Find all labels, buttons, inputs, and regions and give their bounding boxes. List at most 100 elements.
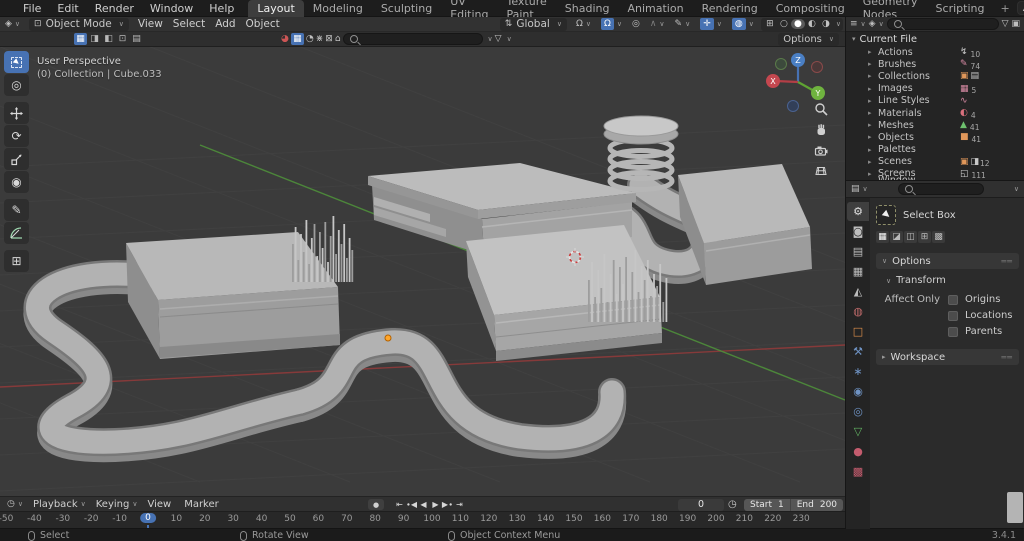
- select-mode-button[interactable]: ◫: [904, 231, 917, 243]
- expand-arrow-icon[interactable]: ▸: [868, 109, 878, 117]
- properties-tab[interactable]: ⚒: [847, 342, 869, 361]
- add-cube-tool[interactable]: ⊞: [4, 250, 29, 272]
- viewport-3d-scene[interactable]: [0, 47, 845, 496]
- viewport-3d[interactable]: User Perspective (0) Collection | Cube.0…: [0, 47, 845, 496]
- viewport-menu-item[interactable]: Object: [241, 18, 285, 30]
- expand-arrow-icon[interactable]: ▸: [868, 121, 878, 129]
- wireframe-shading-icon[interactable]: ○: [777, 19, 791, 29]
- expand-arrow-icon[interactable]: ▸: [868, 60, 878, 68]
- menu-item[interactable]: File: [15, 2, 49, 15]
- workspace-tab[interactable]: Shading: [556, 0, 619, 17]
- transform-subpanel-header[interactable]: ∨ Transform: [876, 275, 1019, 286]
- show-overlays-toggle[interactable]: ◍∨: [727, 18, 759, 30]
- workspace-tab[interactable]: Geometry Nodes: [854, 0, 927, 17]
- timeline-menu-item[interactable]: Keying∨: [91, 499, 143, 510]
- outliner-row[interactable]: ▸ Meshes ▲ 41: [846, 119, 1024, 131]
- expand-arrow-icon[interactable]: ▸: [868, 85, 878, 93]
- transport-button[interactable]: ⇥: [454, 498, 465, 511]
- editor-type-button[interactable]: ◈∨: [0, 19, 25, 29]
- panel-grip-icon[interactable]: ══: [1001, 353, 1013, 362]
- empty-filter-icon[interactable]: ⌂: [335, 34, 341, 44]
- viewport-menu-item[interactable]: Select: [168, 18, 210, 30]
- start-frame-field[interactable]: Start 1: [744, 499, 790, 511]
- expand-arrow-icon[interactable]: ▸: [868, 146, 878, 154]
- gizmo-axis-neg-z[interactable]: [788, 101, 799, 112]
- proportional-editing-toggle[interactable]: ◎: [627, 19, 645, 29]
- show-gizmo-toggle[interactable]: ✛∨: [695, 18, 727, 30]
- gizmo-axis-neg-x[interactable]: [812, 62, 823, 73]
- collection-visibility-toggle[interactable]: ⊡: [116, 33, 129, 45]
- transport-button[interactable]: ⇤: [394, 498, 405, 511]
- chevron-down-icon[interactable]: ∨: [507, 35, 512, 43]
- properties-tab[interactable]: ▩: [847, 462, 869, 481]
- workspace-tab[interactable]: Texture Paint: [498, 0, 556, 17]
- chevron-down-icon[interactable]: ∨: [488, 35, 493, 43]
- viewport-search-input[interactable]: [343, 33, 483, 45]
- proportional-falloff-button[interactable]: ∧∨: [645, 19, 670, 29]
- options-panel-header[interactable]: ∨ Options ══: [876, 253, 1019, 269]
- properties-tab[interactable]: ◙: [847, 222, 869, 241]
- pan-view-button[interactable]: [811, 120, 831, 140]
- properties-tab[interactable]: ◭: [847, 282, 869, 301]
- move-tool[interactable]: [4, 102, 29, 124]
- outliner-row[interactable]: ▸ Palettes: [846, 144, 1024, 156]
- platform-left[interactable]: [126, 232, 340, 359]
- workspace-tab[interactable]: Modeling: [304, 0, 372, 17]
- zoom-view-button[interactable]: [811, 99, 831, 119]
- outliner-row[interactable]: ▸ Actions ↯ 10: [846, 46, 1024, 58]
- expand-arrow-icon[interactable]: ▸: [868, 48, 878, 56]
- properties-tab[interactable]: ⚙: [847, 202, 869, 221]
- annotate-visibility-button[interactable]: ✎∨: [670, 19, 696, 29]
- properties-editor-type-button[interactable]: ▤∨: [851, 184, 868, 194]
- properties-tab[interactable]: ◎: [847, 402, 869, 421]
- workspace-tab[interactable]: Rendering: [693, 0, 767, 17]
- expand-arrow-icon[interactable]: ▸: [868, 170, 878, 178]
- auto-keying-toggle[interactable]: ●: [368, 499, 384, 510]
- toggle-perspective-button[interactable]: [811, 160, 831, 180]
- properties-tab[interactable]: ▤: [847, 242, 869, 261]
- outliner-editor-type-button[interactable]: ≡∨: [850, 19, 866, 29]
- outliner-row[interactable]: ▸ Brushes ✎ 74: [846, 58, 1024, 70]
- transport-button[interactable]: ▶: [430, 498, 441, 511]
- gizmo-axis-neg-y[interactable]: [776, 59, 787, 70]
- use-preview-range-toggle[interactable]: ◷: [728, 499, 737, 510]
- workspace-tab[interactable]: Layout: [248, 0, 303, 17]
- camera-filter-icon[interactable]: ⊠: [325, 34, 333, 44]
- select-mode-button[interactable]: ◪: [890, 231, 903, 243]
- timeline-menu-item[interactable]: Marker: [179, 499, 227, 510]
- timeline-menu-item[interactable]: Playback∨: [28, 499, 91, 510]
- collection-visibility-toggle[interactable]: ◨: [88, 33, 101, 45]
- viewport-menu-item[interactable]: Add: [210, 18, 240, 30]
- transport-button[interactable]: ∙◀: [406, 498, 417, 511]
- locations-checkbox[interactable]: [948, 311, 958, 321]
- properties-tab[interactable]: ◍: [847, 302, 869, 321]
- select-mode-button[interactable]: ⊞: [918, 231, 931, 243]
- curve-filter-icon[interactable]: ◔: [306, 34, 314, 44]
- workspace-tab[interactable]: Compositing: [767, 0, 854, 17]
- properties-tab[interactable]: □: [847, 322, 869, 341]
- outliner-row[interactable]: ▸ Collections ▣ ▤: [846, 70, 1024, 82]
- filter-funnel-icon[interactable]: ▽: [1002, 19, 1009, 29]
- properties-scrollbar[interactable]: [1007, 492, 1023, 523]
- expand-arrow-icon[interactable]: ▾: [852, 35, 856, 43]
- display-mode-dropdown[interactable]: ◈∨: [869, 19, 884, 29]
- workspace-tab[interactable]: Animation: [618, 0, 692, 17]
- collection-visibility-toggle[interactable]: ▦: [74, 33, 87, 45]
- camera-view-button[interactable]: [811, 141, 831, 161]
- timeline-ruler[interactable]: -50-40-30-20-100102030405060708090100110…: [0, 511, 845, 528]
- outliner-row[interactable]: ▸ Line Styles ∿: [846, 95, 1024, 107]
- menu-item[interactable]: Edit: [49, 2, 86, 15]
- snap-toggle[interactable]: Ω∨: [596, 18, 627, 30]
- timeline-editor-type-button[interactable]: ◷∨: [0, 499, 28, 509]
- annotate-tool[interactable]: ✎: [4, 199, 29, 221]
- viewport-menu-item[interactable]: View: [133, 18, 168, 30]
- mesh-filter-toggle[interactable]: ▦: [291, 33, 304, 45]
- filter-funnel-icon[interactable]: ▽: [495, 34, 502, 44]
- properties-tab[interactable]: ▦: [847, 262, 869, 281]
- active-tool-row[interactable]: ▶ Select Box: [876, 205, 1019, 225]
- options-dropdown[interactable]: Options ∨: [778, 33, 839, 46]
- measure-tool[interactable]: [4, 222, 29, 244]
- spring-object[interactable]: [604, 116, 678, 190]
- select-mode-button[interactable]: ▩: [932, 231, 945, 243]
- expand-arrow-icon[interactable]: ▸: [868, 133, 878, 141]
